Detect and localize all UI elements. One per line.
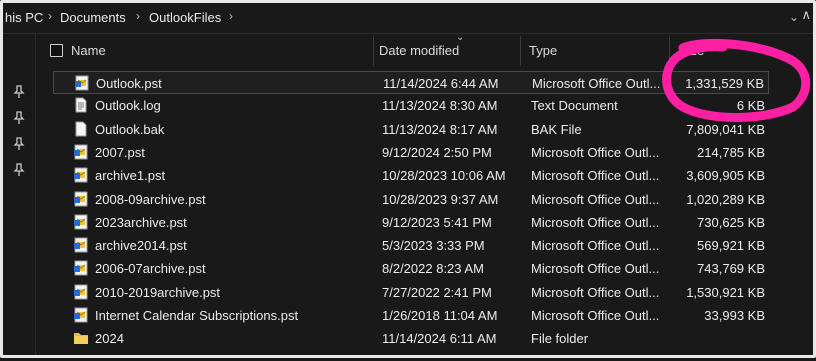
pst-file-icon bbox=[73, 214, 89, 230]
chevron-right-icon: › bbox=[48, 9, 52, 23]
navigation-pane bbox=[3, 34, 36, 355]
pin-icon[interactable] bbox=[13, 111, 25, 125]
breadcrumb-item-this-pc[interactable]: his PC bbox=[5, 10, 43, 25]
pst-file-icon bbox=[73, 144, 89, 160]
file-date-modified: 11/14/2024 6:11 AM bbox=[382, 331, 497, 347]
file-size: 214,785 KB bbox=[697, 144, 765, 160]
file-name: archive1.pst bbox=[95, 168, 166, 184]
chevron-down-icon[interactable]: ⌄ bbox=[789, 10, 799, 24]
file-name: 2007.pst bbox=[95, 144, 145, 160]
chevron-right-icon: › bbox=[229, 9, 233, 23]
file-size: 33,993 KB bbox=[704, 308, 765, 323]
file-date-modified: 5/3/2023 3:33 PM bbox=[382, 238, 485, 254]
file-type: Microsoft Office Outl... bbox=[531, 308, 660, 323]
folder-row[interactable]: 2024 11/14/2024 6:11 AM File folder bbox=[53, 327, 769, 350]
file-type: Microsoft Office Outl... bbox=[531, 168, 660, 184]
select-all-checkbox[interactable] bbox=[50, 44, 63, 57]
folder-icon bbox=[73, 330, 89, 346]
file-row[interactable]: Outlook.bak 11/13/2024 8:17 AM BAK File 7,8… bbox=[53, 118, 769, 141]
file-date-modified: 8/2/2022 8:23 AM bbox=[382, 261, 484, 277]
file-size: 1,020,289 KB bbox=[686, 191, 765, 207]
file-row[interactable]: 2007.pst 9/12/2024 2:50 PM Microsoft Offic… bbox=[53, 141, 769, 164]
file-row[interactable]: 2023archive.pst 9/12/2023 5:41 PM Microsof… bbox=[53, 211, 769, 234]
file-name: 2010-2019archive.pst bbox=[95, 284, 221, 300]
file-name: 2006-07archive.pst bbox=[95, 261, 206, 277]
chevron-right-icon: › bbox=[136, 9, 140, 23]
file-name: 2008-09archive.pst bbox=[95, 191, 206, 207]
column-header-name[interactable]: Name bbox=[71, 36, 374, 66]
pin-icon[interactable] bbox=[13, 163, 25, 177]
column-header-date[interactable]: Date modified bbox=[379, 36, 521, 66]
pst-file-icon bbox=[73, 167, 89, 183]
text-file-icon bbox=[73, 97, 89, 113]
file-size: 7,809,041 KB bbox=[686, 121, 765, 137]
file-size: 743,769 KB bbox=[697, 261, 765, 277]
file-size: 569,921 KB bbox=[697, 238, 765, 254]
file-date-modified: 9/12/2023 5:41 PM bbox=[382, 214, 492, 230]
file-type: Microsoft Office Outl... bbox=[531, 191, 660, 207]
file-row[interactable]: archive2014.pst 5/3/2023 3:33 PM Microsoft… bbox=[53, 234, 769, 257]
file-row[interactable]: archive1.pst 10/28/2023 10:06 AM Microsoft… bbox=[53, 164, 769, 187]
pst-file-icon bbox=[74, 75, 90, 91]
file-date-modified: 11/13/2024 8:30 AM bbox=[382, 98, 498, 114]
file-size: 730,625 KB bbox=[697, 214, 765, 230]
column-header-row: Name Date modified Type Size bbox=[43, 36, 813, 66]
file-type: Text Document bbox=[531, 98, 618, 114]
explorer-window: his PC › Documents › OutlookFiles › ⌄ ∧ … bbox=[0, 0, 816, 358]
breadcrumb-item-documents[interactable]: Documents bbox=[60, 10, 126, 25]
file-name: 2024 bbox=[95, 331, 124, 347]
file-type: BAK File bbox=[531, 121, 582, 137]
file-row[interactable]: Internet Calendar Subscriptions.pst 1/26/… bbox=[53, 304, 769, 327]
file-row[interactable]: 2010-2019archive.pst 7/27/2022 2:41 PM Mic… bbox=[53, 281, 769, 304]
column-header-size[interactable]: Size bbox=[679, 36, 769, 66]
blank-file-icon bbox=[73, 121, 89, 137]
file-row[interactable]: 2006-07archive.pst 8/2/2022 8:23 AM Micros… bbox=[53, 257, 769, 280]
file-date-modified: 11/14/2024 6:44 AM bbox=[383, 76, 499, 91]
breadcrumb-item-outlookfiles[interactable]: OutlookFiles bbox=[149, 10, 221, 25]
pst-file-icon bbox=[73, 237, 89, 253]
pst-file-icon bbox=[73, 307, 89, 323]
file-date-modified: 7/27/2022 2:41 PM bbox=[382, 284, 492, 300]
file-type: Microsoft Office Outl... bbox=[531, 261, 660, 277]
file-type: Microsoft Office Outl... bbox=[531, 144, 660, 160]
file-size: 1,530,921 KB bbox=[686, 284, 765, 300]
file-name: Outlook.pst bbox=[96, 76, 162, 91]
file-name: 2023archive.pst bbox=[95, 214, 187, 230]
file-size: 1,331,529 KB bbox=[685, 76, 764, 91]
file-date-modified: 1/26/2018 11:04 AM bbox=[382, 308, 498, 323]
file-type: Microsoft Office Outl... bbox=[531, 238, 660, 254]
column-header-type[interactable]: Type bbox=[529, 36, 670, 66]
file-date-modified: 11/13/2024 8:17 AM bbox=[382, 121, 498, 137]
file-row[interactable]: Outlook.pst 11/14/2024 6:44 AM Microsoft O… bbox=[53, 71, 769, 94]
sort-caret-icon: ⌄ bbox=[456, 32, 465, 43]
file-type: File folder bbox=[531, 331, 589, 347]
file-date-modified: 10/28/2023 10:06 AM bbox=[382, 168, 506, 184]
file-type: Microsoft Office Outl... bbox=[532, 76, 661, 91]
file-row[interactable]: Outlook.log 11/13/2024 8:30 AM Text Docume… bbox=[53, 94, 769, 117]
chevron-up-icon[interactable]: ∧ bbox=[801, 7, 811, 23]
file-date-modified: 9/12/2024 2:50 PM bbox=[382, 144, 492, 160]
file-type: Microsoft Office Outl... bbox=[531, 214, 660, 230]
file-type: Microsoft Office Outl... bbox=[531, 284, 660, 300]
pst-file-icon bbox=[73, 260, 89, 276]
pin-icon[interactable] bbox=[13, 137, 25, 151]
file-size: 3,609,905 KB bbox=[686, 168, 765, 184]
file-name: archive2014.pst bbox=[95, 238, 187, 254]
file-row[interactable]: 2008-09archive.pst 10/28/2023 9:37 AM Micr… bbox=[53, 188, 769, 211]
file-name: Internet Calendar Subscriptions.pst bbox=[95, 308, 299, 323]
file-name: Outlook.log bbox=[95, 98, 161, 114]
breadcrumb: his PC › Documents › OutlookFiles › ⌄ ∧ bbox=[3, 3, 813, 34]
file-size: 6 KB bbox=[736, 98, 765, 114]
file-name: Outlook.bak bbox=[95, 121, 165, 137]
pin-icon[interactable] bbox=[13, 85, 25, 99]
pst-file-icon bbox=[73, 191, 89, 207]
file-date-modified: 10/28/2023 9:37 AM bbox=[382, 191, 499, 207]
pst-file-icon bbox=[73, 284, 89, 300]
